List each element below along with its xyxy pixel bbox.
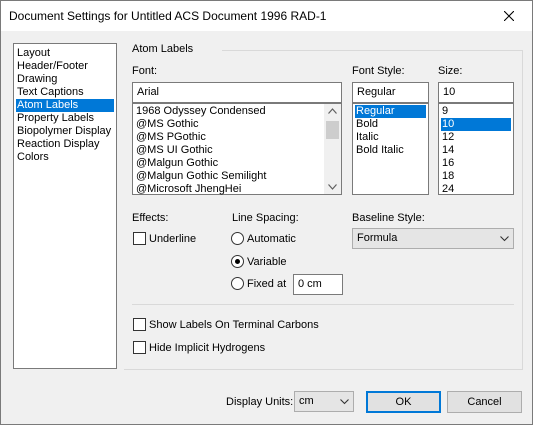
size-listbox[interactable]: 9 10 12 14 16 18 24 [438,103,514,195]
baseline-style-label: Baseline Style: [352,212,425,224]
sidebar-item-text-captions[interactable]: Text Captions [16,86,114,99]
separator-line [132,304,514,305]
group-line-top [222,50,522,51]
display-units-label: Display Units: [226,396,294,408]
fixed-at-label[interactable]: Fixed at [247,278,286,290]
font-style-label: Font Style: [352,65,405,77]
show-labels-terminal-label[interactable]: Show Labels On Terminal Carbons [149,319,319,331]
line-spacing-label: Line Spacing: [232,212,299,224]
size-input[interactable]: 10 [438,82,514,103]
font-scrollbar[interactable] [324,104,341,194]
automatic-radio[interactable] [231,232,244,245]
font-option[interactable]: @MS PGothic [135,131,206,144]
baseline-style-value: Formula [357,232,398,244]
variable-label[interactable]: Variable [247,256,287,268]
chevron-down-icon [500,236,509,242]
size-option[interactable]: 10 [441,118,511,131]
hide-implicit-hydrogens-checkbox[interactable] [133,341,146,354]
font-label: Font: [132,65,158,77]
close-icon [504,11,514,21]
document-settings-dialog: Document Settings for Untitled ACS Docum… [0,0,533,425]
display-units-value: cm [299,395,314,407]
font-style-input[interactable]: Regular [352,82,429,103]
font-listbox[interactable]: 1968 Odyssey Condensed @MS Gothic @MS PG… [132,103,342,195]
size-option[interactable]: 16 [441,157,454,170]
sidebar-item-reaction-display[interactable]: Reaction Display [16,138,114,151]
font-option[interactable]: @Microsoft JhengHei [135,183,241,196]
size-option[interactable]: 18 [441,170,454,183]
group-title: Atom Labels [132,43,194,55]
underline-label[interactable]: Underline [149,233,196,245]
font-option[interactable]: @MS Gothic [135,118,199,131]
scroll-down-icon[interactable] [328,184,337,190]
sidebar-item-colors[interactable]: Colors [16,151,114,164]
show-labels-terminal-checkbox[interactable] [133,318,146,331]
font-style-option[interactable]: Regular [355,105,426,118]
variable-radio[interactable] [231,255,244,268]
sidebar-item-header-footer[interactable]: Header/Footer [16,60,114,73]
close-button[interactable] [486,1,532,31]
title-bar[interactable]: Document Settings for Untitled ACS Docum… [1,1,532,31]
font-style-listbox[interactable]: Regular Bold Italic Bold Italic [352,103,429,195]
size-option[interactable]: 9 [441,105,448,118]
sidebar-item-atom-labels[interactable]: Atom Labels [16,99,114,112]
font-input[interactable]: Arial [132,82,342,103]
scroll-thumb[interactable] [326,121,339,139]
size-label: Size: [438,65,463,77]
sidebar-item-biopolymer-display[interactable]: Biopolymer Display [16,125,114,138]
window-title: Document Settings for Untitled ACS Docum… [9,9,327,23]
sidebar-item-property-labels[interactable]: Property Labels [16,112,114,125]
font-option[interactable]: @MS UI Gothic [135,144,213,157]
font-style-option[interactable]: Bold [355,118,378,131]
sidebar-item-drawing[interactable]: Drawing [16,73,114,86]
group-border-right [522,50,523,370]
display-units-select[interactable]: cm [294,391,354,412]
baseline-style-select[interactable]: Formula [352,228,514,249]
fixed-at-radio[interactable] [231,277,244,290]
ok-button[interactable]: OK [366,391,441,413]
fixed-at-input[interactable]: 0 cm [293,274,343,295]
font-option[interactable]: @Malgun Gothic Semilight [135,170,266,183]
hide-implicit-hydrogens-label[interactable]: Hide Implicit Hydrogens [149,342,265,354]
automatic-label[interactable]: Automatic [247,233,296,245]
font-style-option[interactable]: Italic [355,131,379,144]
settings-category-list[interactable]: Layout Header/Footer Drawing Text Captio… [13,43,117,369]
radio-selected-dot [235,259,240,264]
size-option[interactable]: 12 [441,131,454,144]
group-border-bottom [124,369,523,370]
cancel-button[interactable]: Cancel [447,391,522,413]
effects-label: Effects: [132,212,169,224]
underline-checkbox[interactable] [133,232,146,245]
sidebar-item-layout[interactable]: Layout [16,47,114,60]
size-option[interactable]: 14 [441,144,454,157]
scroll-up-icon[interactable] [328,108,337,114]
size-option[interactable]: 24 [441,183,454,196]
font-option[interactable]: @Malgun Gothic [135,157,218,170]
font-option[interactable]: 1968 Odyssey Condensed [135,105,266,118]
font-style-option[interactable]: Bold Italic [355,144,404,157]
chevron-down-icon [340,399,349,405]
